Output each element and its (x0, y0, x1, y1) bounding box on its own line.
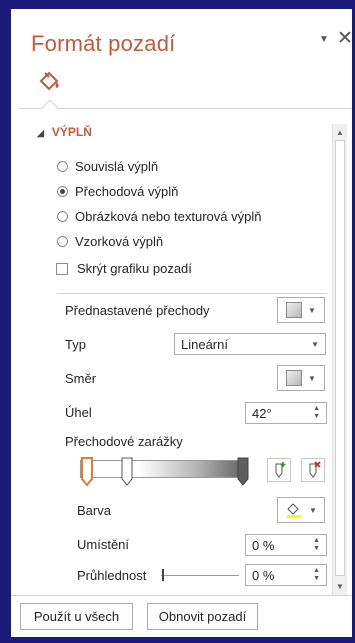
type-label: Typ (65, 337, 86, 352)
tab-divider (19, 108, 352, 109)
spin-down-icon[interactable]: ▼ (313, 545, 320, 553)
pane-options-dropdown[interactable]: ▼ (319, 34, 329, 45)
reset-background-button[interactable]: Obnovit pozadí (147, 603, 258, 630)
direction-swatch-icon (286, 370, 303, 386)
collapse-triangle-icon: ◢ (37, 128, 44, 138)
pattern-fill-radio[interactable] (57, 236, 68, 247)
chevron-down-icon: ▼ (309, 505, 317, 515)
spin-down-icon[interactable]: ▼ (313, 413, 320, 421)
transparency-spinner[interactable]: 0 % ▲ ▼ (245, 564, 327, 586)
angle-spinner[interactable]: 42° ▲ ▼ (245, 402, 327, 424)
scrollbar-thumb[interactable] (335, 140, 345, 576)
gradient-stop-2[interactable] (121, 457, 133, 487)
spin-up-icon[interactable]: ▲ (313, 537, 320, 545)
color-picker-button[interactable]: ▼ (277, 497, 325, 523)
close-pane-button[interactable]: ✕ (337, 27, 352, 50)
transparency-value: 0 % (252, 567, 275, 583)
scroll-down-icon[interactable]: ▼ (333, 580, 347, 594)
angle-value: 42° (252, 405, 272, 421)
chevron-down-icon: ▼ (308, 305, 316, 315)
apply-to-all-button[interactable]: Použít u všech (20, 603, 133, 630)
transparency-slider-thumb[interactable] (162, 569, 164, 581)
solid-fill-option[interactable]: Souvislá výplň (57, 159, 158, 174)
gradient-fill-option[interactable]: Přechodová výplň (57, 184, 178, 199)
footer-divider (11, 595, 352, 596)
hide-background-graphics-option[interactable]: Skrýt grafiku pozadí (56, 261, 192, 276)
position-value: 0 % (252, 537, 275, 553)
gradient-fill-radio[interactable] (57, 186, 68, 197)
solid-fill-radio[interactable] (57, 161, 68, 172)
section-divider (57, 293, 327, 294)
direction-label: Směr (65, 371, 97, 386)
hide-background-graphics-checkbox[interactable] (56, 262, 68, 275)
scroll-up-icon[interactable]: ▲ (333, 126, 347, 140)
format-background-pane: Formát pozadí ▼ ✕ ◢ VÝPLŇ Souvislá výplň … (11, 9, 352, 637)
type-value: Lineární (181, 336, 228, 352)
spin-down-icon[interactable]: ▼ (313, 575, 320, 583)
preset-gradients-label: Přednastavené přechody (65, 303, 210, 318)
add-stop-icon (275, 462, 286, 478)
gradient-stops-label: Přechodové zarážky (65, 434, 183, 449)
preset-swatch-icon (286, 302, 303, 318)
transparency-slider-track[interactable] (161, 575, 239, 576)
type-dropdown[interactable]: Lineární ▼ (174, 333, 326, 355)
gradient-stop-3[interactable] (237, 457, 249, 487)
chevron-down-icon: ▼ (308, 373, 316, 383)
picture-fill-option[interactable]: Obrázková nebo texturová výplň (57, 209, 261, 224)
tab-indicator (41, 99, 59, 117)
fill-tab[interactable] (35, 67, 63, 95)
hide-background-graphics-label: Skrýt grafiku pozadí (77, 261, 192, 276)
remove-gradient-stop-button[interactable] (301, 458, 325, 482)
solid-fill-label: Souvislá výplň (75, 159, 159, 174)
fill-section-title: VÝPLŇ (51, 125, 92, 139)
transparency-label: Průhlednost (77, 568, 147, 583)
pattern-fill-label: Vzorková výplň (75, 234, 164, 249)
direction-button[interactable]: ▼ (277, 365, 325, 391)
picture-fill-radio[interactable] (57, 211, 68, 222)
preset-gradients-button[interactable]: ▼ (277, 297, 325, 323)
angle-label: Úhel (65, 405, 92, 420)
fill-section-header[interactable]: ◢ VÝPLŇ (37, 125, 92, 139)
gradient-stops-bar[interactable] (80, 460, 248, 478)
remove-stop-icon (309, 461, 321, 478)
vertical-scrollbar[interactable]: ▲ ▼ (332, 124, 347, 596)
add-gradient-stop-button[interactable] (267, 458, 291, 482)
position-spinner[interactable]: 0 % ▲ ▼ (245, 534, 327, 556)
color-label: Barva (77, 503, 111, 518)
paint-bucket-icon (287, 503, 302, 518)
chevron-down-icon: ▼ (311, 339, 319, 349)
pane-title: Formát pozadí (31, 31, 176, 56)
spin-up-icon[interactable]: ▲ (313, 405, 320, 413)
gradient-stop-1[interactable] (81, 457, 93, 487)
pattern-fill-option[interactable]: Vzorková výplň (57, 234, 163, 249)
picture-fill-label: Obrázková nebo texturová výplň (75, 209, 262, 224)
gradient-fill-label: Přechodová výplň (75, 184, 179, 199)
position-label: Umístění (77, 537, 130, 552)
paint-bucket-icon (39, 71, 59, 91)
spin-up-icon[interactable]: ▲ (313, 567, 320, 575)
